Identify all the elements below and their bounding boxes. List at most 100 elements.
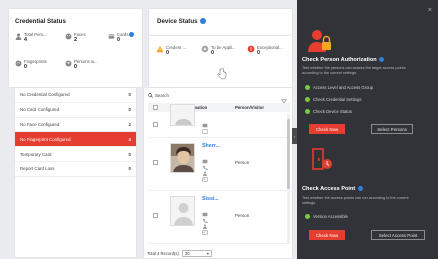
fingerprint-icon <box>202 121 208 134</box>
page-size-value: 30 <box>184 251 190 256</box>
guide-panel: × Check Person Authorization Test whethe… <box>297 0 438 259</box>
credential-status-title: Credential Status <box>15 18 66 25</box>
info-icon[interactable] <box>379 57 385 63</box>
phone-icon <box>202 210 208 224</box>
id-card-icon <box>202 222 208 235</box>
device-stat-to-be-applied[interactable]: To be Appli... 0 <box>201 45 236 56</box>
close-icon[interactable]: × <box>428 7 432 14</box>
card-icon <box>202 115 208 128</box>
button-label: Select Access Point <box>378 232 418 238</box>
stat-total-persons[interactable]: Total Pers... 4 <box>14 32 47 43</box>
stat-faces[interactable]: Faces 2 <box>64 32 86 43</box>
check-label: Check Credential Settings <box>313 97 362 102</box>
stat-value: 0 <box>117 37 120 44</box>
credential-status-card: Credential Status Total Pers... 4 Faces … <box>8 8 143 88</box>
card-icon <box>202 151 208 164</box>
person-lock-icon <box>307 28 333 59</box>
access-point-icon <box>311 148 333 175</box>
scrollbar-thumb[interactable] <box>287 119 290 189</box>
fingerprint-icon <box>14 59 22 67</box>
device-stat-credential[interactable]: Credent ... 0 <box>156 45 186 56</box>
button-label: Check Now <box>315 126 339 132</box>
table-row[interactable]: Sissi... Person <box>148 191 290 244</box>
id-card-icon <box>202 169 208 182</box>
person-name[interactable]: Sherr... <box>202 143 220 149</box>
table-row[interactable]: Sherr... Person <box>148 138 290 191</box>
select-access-point-button[interactable]: Select Access Point <box>371 230 425 240</box>
person-type: Person <box>235 213 250 218</box>
person-name[interactable]: Sissi... <box>202 196 219 202</box>
access-point-check-item: Version Accessible <box>305 214 348 219</box>
auth-title: Check Person Authorization <box>302 57 385 63</box>
side-item-no-face[interactable]: No Face Configured 2 <box>15 118 136 133</box>
row-checkbox[interactable] <box>153 122 158 127</box>
side-item-label: No Card Configured <box>20 107 60 113</box>
info-icon[interactable] <box>200 18 207 25</box>
stat-cards[interactable]: Cards 0 <box>107 32 135 44</box>
check-now-button[interactable]: Check Now <box>309 124 345 134</box>
page-size-select[interactable]: 30 <box>181 250 212 257</box>
stat-value: 0 <box>257 50 260 56</box>
auth-check-item: Check Credential Settings <box>305 97 361 102</box>
row-checkbox[interactable] <box>153 213 158 218</box>
info-icon[interactable] <box>129 32 135 38</box>
stat-label: To be Appli... <box>211 45 236 50</box>
side-item-label: No Face Configured <box>20 121 60 127</box>
pending-icon <box>201 45 209 53</box>
person-icon <box>14 32 22 40</box>
side-item-label: No Fingerprint Configured <box>20 136 71 142</box>
access-point-title-text: Check Access Point <box>302 186 356 192</box>
warning-icon <box>156 45 164 53</box>
table-row[interactable] <box>148 104 290 138</box>
side-item-count: 2 <box>128 121 131 127</box>
check-dot-icon <box>305 214 310 219</box>
credential-icons <box>202 204 208 235</box>
button-label: Check Now <box>315 232 339 238</box>
page: Credential Status Total Pers... 4 Faces … <box>0 0 438 259</box>
card-icon <box>107 32 115 40</box>
stat-value: 0 <box>74 64 77 70</box>
select-persons-button[interactable]: Select Persons <box>371 124 413 134</box>
stat-value: 0 <box>166 50 169 56</box>
search-label: Search <box>155 93 169 98</box>
card-icon <box>202 204 208 217</box>
stat-label-text: Cards <box>117 32 129 37</box>
person-type: Person <box>235 160 250 165</box>
device-status-card: Device Status Credent ... 0 To be Appli.… <box>148 8 294 88</box>
check-access-point-now-button[interactable]: Check Now <box>309 230 345 240</box>
search-icon <box>148 93 153 98</box>
record-count: Total 4 Record(s) <box>147 251 179 256</box>
side-item-temporary-card[interactable]: Temporary Card 0 <box>15 147 136 162</box>
stat-value: 2 <box>74 37 77 43</box>
side-item-count: 4 <box>128 136 131 142</box>
credential-icons <box>202 115 208 134</box>
side-item-report-card-loss[interactable]: Report Card Loss 0 <box>15 162 136 177</box>
button-label: Select Persons <box>377 126 407 132</box>
cursor-icon <box>217 67 227 85</box>
person-table-panel: Search Basic Information Person/Visitor <box>143 88 293 259</box>
stat-fingerprints[interactable]: Fingerprints 0 <box>14 59 47 70</box>
side-item-count: 0 <box>128 166 131 172</box>
select-all-checkbox[interactable] <box>153 105 158 110</box>
info-icon[interactable] <box>357 186 363 192</box>
stat-value: 4 <box>24 37 27 43</box>
device-stat-exceptional[interactable]: Exceptional... 0 <box>247 45 283 56</box>
person-photo <box>170 196 195 226</box>
face-icon <box>64 32 72 40</box>
side-item-no-credential[interactable]: No Credential Configured 0 <box>15 88 136 103</box>
auth-check-item: Check Device Status <box>305 109 352 114</box>
auth-description: Test whether the persons can access the … <box>302 66 406 75</box>
row-checkbox[interactable] <box>153 160 158 165</box>
device-status-title-text: Device Status <box>157 18 198 25</box>
table-scrollbar[interactable] <box>287 114 290 244</box>
stat-persons-without[interactable]: Persons w... 0 <box>64 59 97 70</box>
side-item-no-card[interactable]: No Card Configured 0 <box>15 103 136 118</box>
credential-filter-list: No Credential Configured 0 No Card Config… <box>14 88 137 258</box>
error-icon <box>247 45 255 53</box>
stat-value: 0 <box>211 50 214 56</box>
person-icon <box>202 163 208 176</box>
search-button[interactable]: Search <box>148 93 169 98</box>
table-footer: Total 4 Record(s) 30 <box>147 250 212 257</box>
side-item-count: 0 <box>128 107 131 113</box>
side-item-no-fingerprint[interactable]: No Fingerprint Configured 4 <box>15 132 136 148</box>
